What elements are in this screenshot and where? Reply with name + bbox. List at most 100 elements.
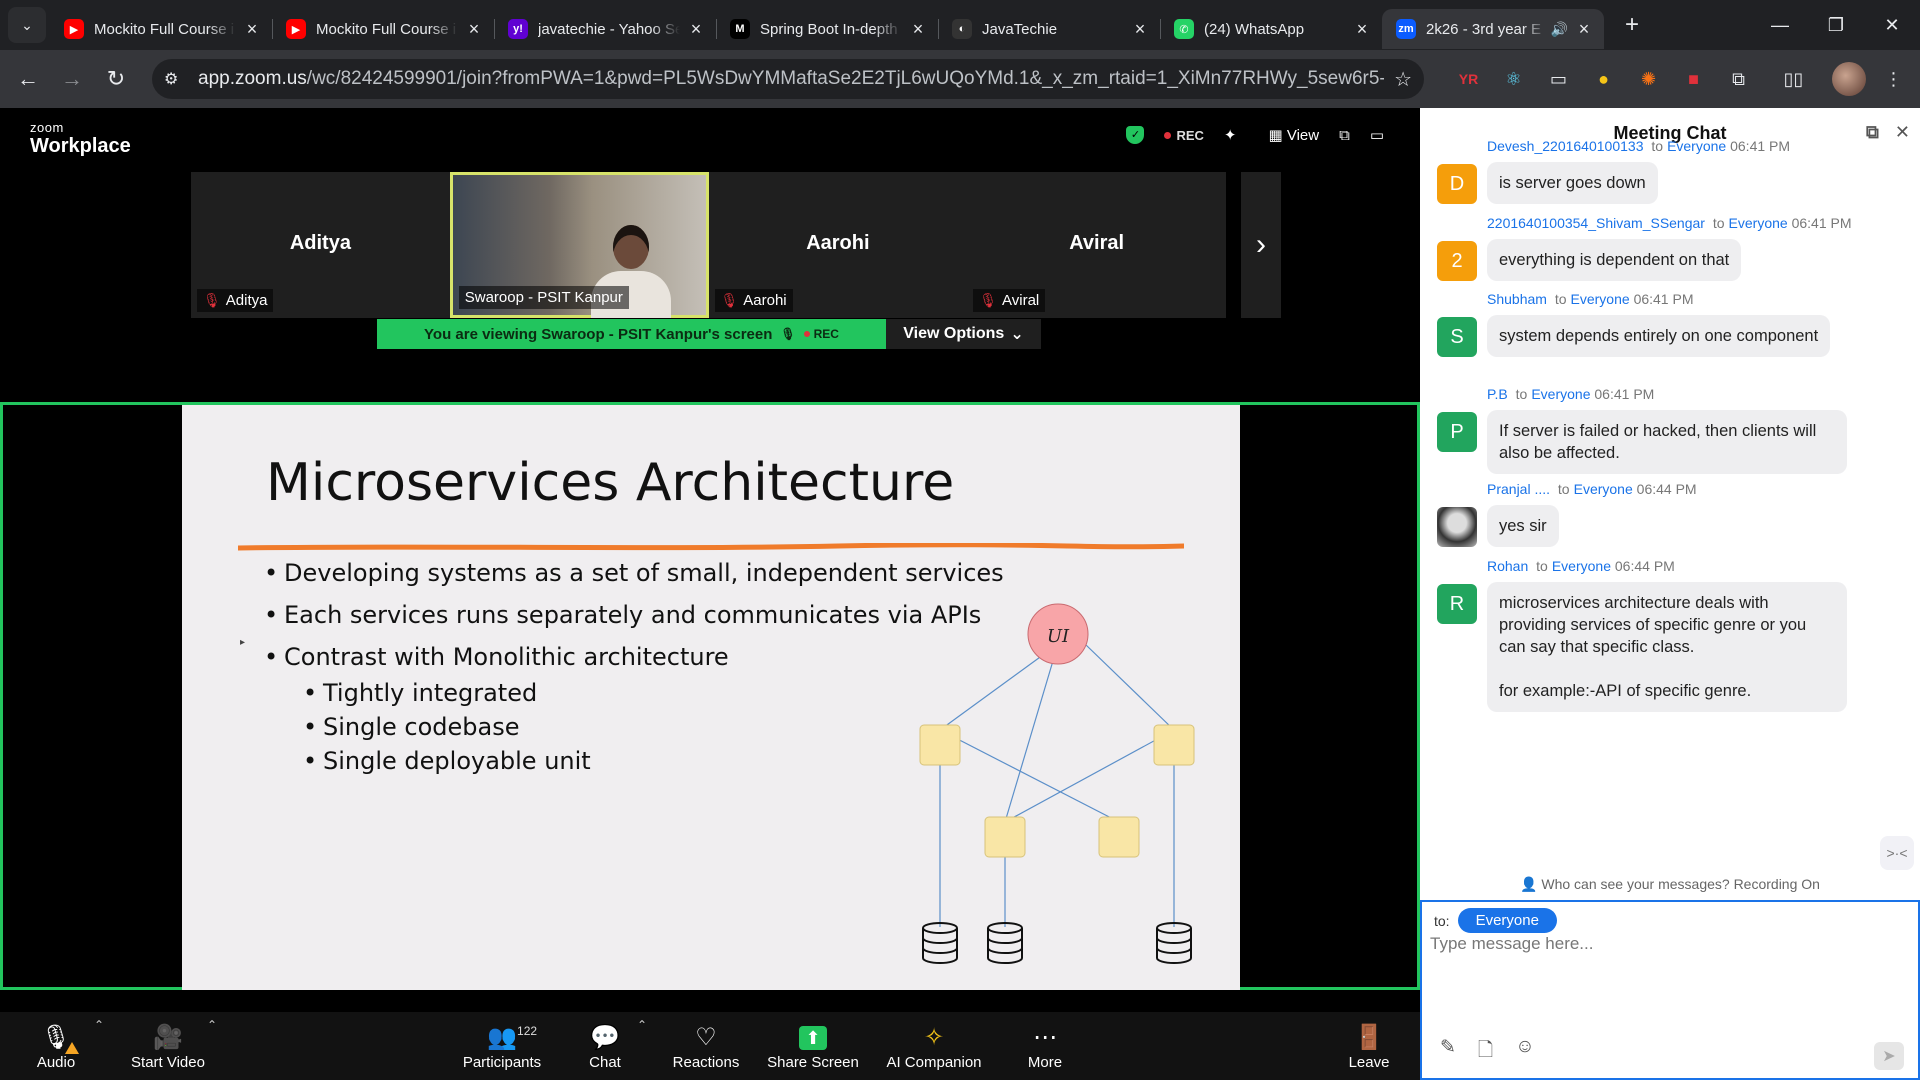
- recipient-pill[interactable]: Everyone: [1457, 908, 1557, 933]
- chat-message[interactable]: P.B to Everyone 06:41 PM P If server is fai…: [1437, 386, 1897, 474]
- close-tab-icon[interactable]: ×: [908, 19, 928, 40]
- medium-icon: M: [730, 19, 750, 39]
- view-options-button[interactable]: View Options ⌄: [886, 319, 1041, 349]
- extension-red-icon[interactable]: ■: [1671, 69, 1716, 90]
- site-info-icon[interactable]: ⚙: [164, 69, 188, 89]
- close-tab-icon[interactable]: ×: [242, 19, 262, 40]
- more-button[interactable]: ⋯ More: [1020, 1012, 1070, 1080]
- close-tab-icon[interactable]: ×: [1574, 19, 1594, 40]
- browser-tab[interactable]: ✆ (24) WhatsApp ×: [1160, 9, 1382, 49]
- participant-tile[interactable]: Aarohi 🎙 Aarohi: [708, 172, 968, 318]
- address-bar[interactable]: ⚙ app.zoom.us/wc/82424599901/join?fromPW…: [152, 59, 1424, 99]
- participant-tile[interactable]: Aviral 🎙 Aviral: [967, 172, 1226, 318]
- chat-options-caret[interactable]: ⌃: [637, 1018, 647, 1032]
- message-sender[interactable]: Devesh_2201640100133: [1487, 138, 1643, 154]
- emoji-reaction-icon[interactable]: >·<: [1880, 836, 1914, 870]
- service-nodes: [919, 724, 1195, 858]
- message-meta: Shubham to Everyone 06:41 PM: [1487, 291, 1694, 307]
- message-time: 06:41 PM: [1594, 386, 1655, 402]
- participant-tile[interactable]: Swaroop - PSIT Kanpur: [449, 172, 709, 318]
- chat-message[interactable]: Rohan to Everyone 06:44 PM Rmicroservices …: [1437, 558, 1897, 712]
- chat-message[interactable]: Devesh_2201640100133 to Everyone 06:41 PM…: [1437, 138, 1897, 204]
- extensions-puzzle-icon[interactable]: ⧉: [1716, 69, 1761, 90]
- close-tab-icon[interactable]: ×: [686, 19, 706, 40]
- recipient-selector: to: Everyone: [1434, 908, 1557, 933]
- new-tab-button[interactable]: +: [1612, 11, 1652, 39]
- profile-avatar[interactable]: [1826, 62, 1871, 96]
- message-sender[interactable]: Pranjal ....: [1487, 481, 1550, 497]
- extension-sun-icon[interactable]: ✺: [1626, 69, 1671, 90]
- share-screen-button[interactable]: ⬆ Share Screen: [767, 1012, 859, 1080]
- minimize-icon[interactable]: —: [1752, 15, 1808, 36]
- chat-message[interactable]: 2201640100354_Shivam_SSengar to Everyone …: [1437, 215, 1897, 281]
- next-participants-button[interactable]: ›: [1241, 172, 1281, 318]
- close-tab-icon[interactable]: ×: [1352, 19, 1372, 40]
- extension-react-icon[interactable]: ⚛: [1491, 69, 1536, 90]
- message-visibility-note[interactable]: 👤 Who can see your messages? Recording O…: [1420, 876, 1920, 893]
- file-icon[interactable]: 🗋: [1478, 1036, 1493, 1068]
- chat-button[interactable]: 💬 Chat: [585, 1012, 625, 1080]
- reactions-button[interactable]: ♡ Reactions: [668, 1012, 744, 1080]
- browser-menu-icon[interactable]: ⋮: [1871, 69, 1916, 90]
- message-sender[interactable]: Shubham: [1487, 291, 1547, 307]
- format-icon[interactable]: ✎: [1440, 1036, 1456, 1068]
- close-tab-icon[interactable]: ×: [464, 19, 484, 40]
- participant-tile[interactable]: Aditya 🎙 Aditya: [191, 172, 450, 318]
- chat-message[interactable]: Shubham to Everyone 06:41 PM Ssystem depen…: [1437, 291, 1897, 357]
- browser-tab[interactable]: ◐ JavaTechie ×: [938, 9, 1160, 49]
- audio-options-caret[interactable]: ⌃: [94, 1018, 104, 1032]
- message-sender[interactable]: P.B: [1487, 386, 1508, 402]
- message-time: 06:41 PM: [1633, 291, 1694, 307]
- chat-message-input[interactable]: [1430, 934, 1910, 1014]
- close-chat-icon[interactable]: ✕: [1895, 122, 1910, 143]
- chat-message[interactable]: Pranjal .... to Everyone 06:44 PM yes sir: [1437, 481, 1897, 547]
- extension-yr-icon[interactable]: YR: [1446, 71, 1491, 87]
- send-icon[interactable]: ➤: [1874, 1042, 1904, 1070]
- extension-screen-icon[interactable]: ▭: [1536, 69, 1581, 90]
- start-video-button[interactable]: 🎥 Start Video: [128, 1012, 208, 1080]
- side-panel-icon[interactable]: ▭: [1370, 126, 1384, 144]
- video-options-caret[interactable]: ⌃: [207, 1018, 217, 1032]
- message-sender[interactable]: Rohan: [1487, 558, 1528, 574]
- recording-indicator[interactable]: REC: [1164, 128, 1204, 143]
- close-window-icon[interactable]: ✕: [1864, 15, 1920, 36]
- reading-list-icon[interactable]: ▯▯: [1771, 69, 1816, 90]
- message-meta: Pranjal .... to Everyone 06:44 PM: [1487, 481, 1697, 497]
- emoji-icon[interactable]: ☺: [1515, 1036, 1534, 1068]
- message-recipient: Everyone: [1570, 291, 1630, 307]
- participant-label-text: Swaroop - PSIT Kanpur: [464, 289, 623, 306]
- viewing-bar: You are viewing Swaroop - PSIT Kanpur's …: [377, 319, 1041, 349]
- browser-tab[interactable]: y! javatechie - Yahoo Se ×: [494, 9, 716, 49]
- browser-tab[interactable]: ▶ Mockito Full Course i ×: [50, 9, 272, 49]
- restore-icon[interactable]: ❐: [1808, 15, 1864, 36]
- leave-button[interactable]: 🚪 Leave: [1348, 1012, 1390, 1080]
- message-recipient: Everyone: [1573, 481, 1633, 497]
- message-recipient: Everyone: [1531, 386, 1591, 402]
- message-sender[interactable]: 2201640100354_Shivam_SSengar: [1487, 215, 1705, 231]
- zoom-icon: zm: [1396, 19, 1416, 39]
- audio-playing-icon[interactable]: 🔊: [1551, 21, 1568, 38]
- sparkle-icon[interactable]: ✦: [1224, 126, 1237, 144]
- tab-search-button[interactable]: ⌄: [8, 7, 46, 43]
- encryption-shield-icon[interactable]: ✓: [1126, 126, 1145, 144]
- ai-companion-button[interactable]: ✧ AI Companion: [884, 1012, 984, 1080]
- reload-icon[interactable]: ↻: [94, 66, 138, 92]
- extension-yellow-icon[interactable]: ●: [1581, 69, 1626, 90]
- bookmark-star-icon[interactable]: ☆: [1394, 67, 1412, 92]
- browser-tab[interactable]: M Spring Boot In-depth ×: [716, 9, 938, 49]
- message-bubble: If server is failed or hacked, then clie…: [1487, 410, 1847, 474]
- browser-tab[interactable]: zm 2k26 - 3rd year E 🔊 ×: [1382, 9, 1604, 49]
- meeting-chat-panel: Meeting Chat ⧉ ✕ Devesh_2201640100133 to…: [1420, 108, 1920, 1080]
- forward-icon[interactable]: →: [50, 66, 94, 92]
- tab-title: Spring Boot In-depth: [760, 20, 898, 38]
- view-button[interactable]: ▦ View: [1268, 126, 1319, 144]
- browser-tab[interactable]: ▶ Mockito Full Course i ×: [272, 9, 494, 49]
- message-recipient: Everyone: [1728, 215, 1788, 231]
- back-icon[interactable]: ←: [6, 66, 50, 92]
- close-tab-icon[interactable]: ×: [1130, 19, 1150, 40]
- audio-button[interactable]: 🎙 Audio: [36, 1012, 80, 1080]
- popout-icon[interactable]: ⧉: [1339, 127, 1350, 144]
- participants-icon: 👥 122: [487, 1023, 538, 1052]
- participants-button[interactable]: 👥 122 Participants: [462, 1012, 542, 1080]
- participant-label: 🎙 Aarohi: [714, 289, 793, 312]
